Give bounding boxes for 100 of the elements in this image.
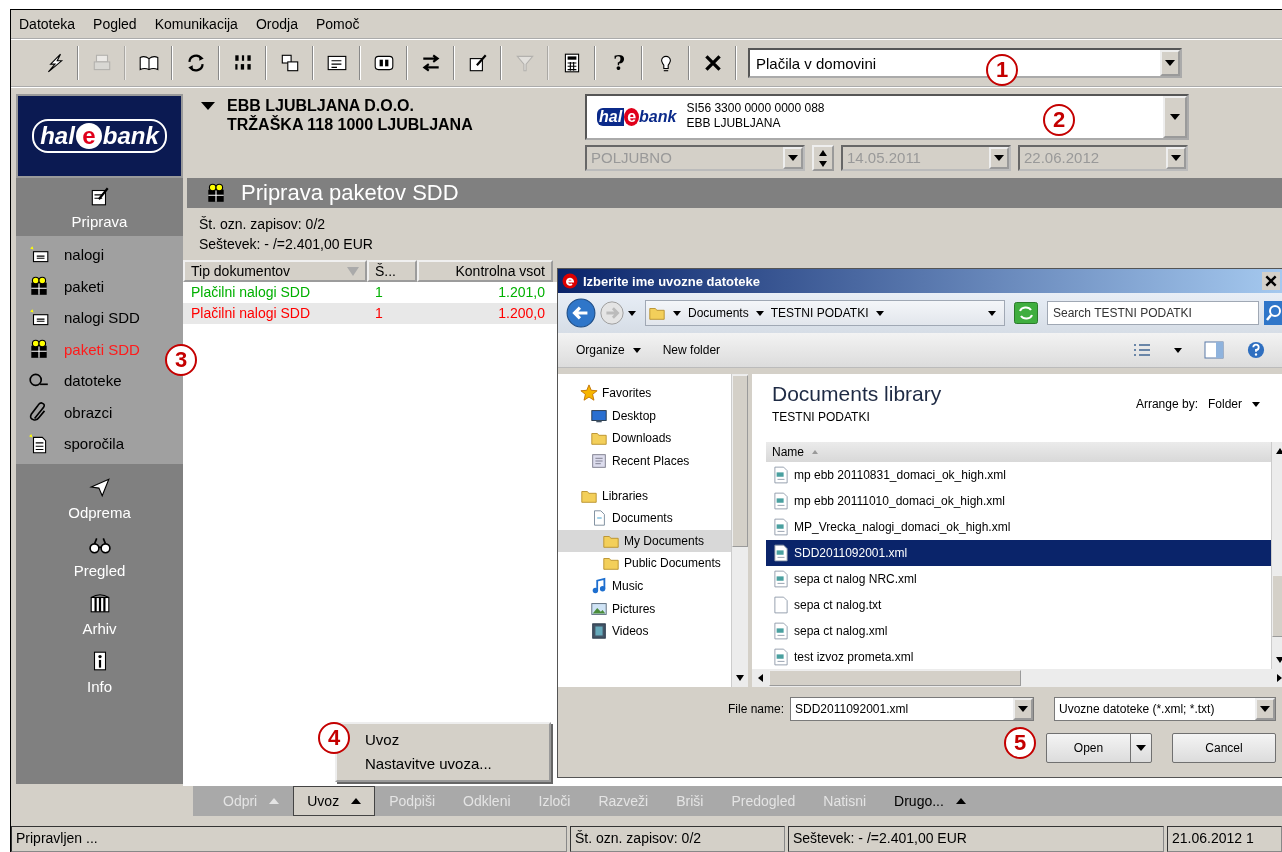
- table-cell-text: 1: [374, 283, 384, 302]
- caret-icon: [955, 798, 966, 804]
- close-icon[interactable]: [1262, 272, 1280, 290]
- nav-item[interactable]: Pictures: [558, 597, 731, 620]
- open-button[interactable]: Open: [1046, 733, 1152, 763]
- refresh-icon[interactable]: [1014, 302, 1038, 324]
- table-cell-text: Plačilni nalogi SDD: [190, 283, 312, 302]
- sidebar-item[interactable]: paketi: [16, 270, 109, 302]
- file-row[interactable]: test izvoz prometa.xml: [766, 644, 1271, 669]
- sidebar-section[interactable]: Pregled: [16, 527, 183, 586]
- marked-count: Št. ozn. zapisov: 0/2: [199, 215, 327, 234]
- new-folder-button[interactable]: New folder: [662, 343, 721, 357]
- package-icon: [205, 182, 227, 204]
- file-row[interactable]: mp ebb 20110831_domaci_ok_high.xml: [766, 462, 1271, 488]
- organize-button[interactable]: Organize: [576, 343, 641, 357]
- recent-icon: [590, 452, 608, 471]
- status-text: 21.06.2012 1: [1167, 826, 1282, 852]
- menu-item[interactable]: Pogled: [93, 16, 137, 32]
- nav-item[interactable]: Desktop: [558, 404, 731, 428]
- status-text: Seštevek: - /=2.401,00 EUR: [788, 826, 1164, 852]
- menu-item[interactable]: Pomoč: [315, 16, 360, 32]
- nav-item[interactable]: My Documents: [558, 529, 731, 553]
- caret-icon: [1171, 155, 1181, 161]
- xml-file-icon: [774, 622, 788, 640]
- breadcrumb-item[interactable]: TESTNI PODATKI: [770, 306, 869, 320]
- scrollbar[interactable]: [752, 669, 1282, 687]
- nav-item[interactable]: Videos: [558, 619, 731, 643]
- caret-icon[interactable]: [628, 310, 636, 316]
- caret-icon[interactable]: [201, 102, 215, 110]
- table-cell-text: 1.201,0: [497, 283, 546, 302]
- nav-item[interactable]: Documents: [558, 506, 731, 530]
- caret-icon: [994, 155, 1004, 161]
- address-bar[interactable]: Documents TESTNI PODATKI: [645, 300, 1005, 326]
- caret-icon[interactable]: [1174, 347, 1182, 353]
- sidebar-item[interactable]: datoteke: [16, 365, 126, 397]
- nav-item[interactable]: Downloads: [558, 427, 731, 450]
- caret-icon[interactable]: [875, 310, 884, 316]
- help-button[interactable]: ?: [597, 46, 642, 80]
- sidebar-item[interactable]: obrazci: [16, 396, 117, 428]
- nav-item[interactable]: Libraries: [558, 484, 731, 507]
- menu-item[interactable]: Uvoz: [357, 728, 549, 752]
- file-row[interactable]: mp ebb 20111010_domaci_ok_high.xml: [766, 488, 1271, 514]
- menu-item[interactable]: Komunikacija: [154, 16, 238, 32]
- xml-file-icon: [774, 648, 788, 666]
- caret-icon[interactable]: [755, 310, 764, 316]
- sort-icon: [347, 266, 359, 276]
- sidebar-section[interactable]: Info: [16, 643, 183, 702]
- menu-item[interactable]: Datoteka: [19, 16, 76, 32]
- sidebar-section[interactable]: Arhiv: [16, 585, 183, 644]
- action-button[interactable]: Drugo...: [880, 786, 980, 816]
- action-button[interactable]: Uvoz: [293, 786, 376, 816]
- nav-item[interactable]: Music: [558, 574, 731, 598]
- cancel-button[interactable]: Cancel: [1172, 733, 1276, 763]
- caret-icon: [269, 798, 280, 804]
- column-header[interactable]: Š...: [367, 260, 417, 282]
- file-row[interactable]: sepa ct nalog.txt: [766, 592, 1271, 618]
- menu-item[interactable]: Nastavitve uvoza...: [357, 752, 549, 776]
- column-header[interactable]: Tip dokumentov: [183, 260, 367, 282]
- help-icon[interactable]: [1246, 341, 1266, 359]
- file-row[interactable]: MP_Vrecka_nalogi_domaci_ok_high.xml: [766, 514, 1271, 540]
- xml-file-icon: [774, 570, 788, 588]
- company-name: EBB LJUBLJANA D.O.O.: [227, 96, 415, 115]
- text-file-icon: [774, 596, 788, 614]
- status-text: Pripravljen ...: [11, 826, 567, 852]
- column-header[interactable]: Kontrolna vsot: [417, 260, 553, 282]
- library-title: Documents library: [772, 382, 942, 406]
- caret-icon[interactable]: [988, 310, 996, 316]
- breadcrumb-item[interactable]: Documents: [688, 306, 749, 320]
- scrollbar[interactable]: [731, 374, 748, 687]
- back-icon[interactable]: [566, 298, 596, 328]
- sum-text: Seštevek: - /=2.401,00 EUR: [199, 235, 374, 254]
- package-icon: [28, 275, 50, 298]
- xml-file-icon: [774, 518, 788, 536]
- videos-icon: [590, 622, 608, 641]
- dialog-title-bar: Izberite ime uvozne datoteke: [558, 269, 1282, 293]
- search-field[interactable]: Search TESTNI PODATKI: [1047, 301, 1259, 325]
- file-name-field[interactable]: SDD2011092001.xml: [790, 697, 1034, 721]
- caret-icon: [1018, 706, 1028, 712]
- sidebar-section[interactable]: Priprava: [16, 178, 183, 236]
- table-cell-text: 1: [374, 304, 384, 323]
- menu-item[interactable]: Orodja: [255, 16, 298, 32]
- file-row[interactable]: SDD2011092001.xml: [766, 540, 1271, 566]
- bank-logo: hal e bank: [16, 94, 183, 178]
- view-list-icon[interactable]: [1132, 341, 1152, 359]
- file-type-dropdown[interactable]: Uvozne datoteke (*.xml; *.txt): [1054, 697, 1276, 721]
- column-header[interactable]: Name: [766, 442, 1271, 462]
- sidebar-section[interactable]: Odprema: [16, 469, 183, 528]
- sidebar-item[interactable]: nalogi: [16, 239, 109, 271]
- arrange-dropdown[interactable]: Folder: [1208, 397, 1260, 411]
- file-row[interactable]: sepa ct nalog NRC.xml: [766, 566, 1271, 592]
- caret-icon: [788, 155, 798, 161]
- caret-icon[interactable]: [673, 310, 681, 316]
- nav-item[interactable]: Favorites: [558, 382, 731, 405]
- sidebar-item[interactable]: nalogi SDD: [16, 302, 144, 334]
- nav-item[interactable]: Public Documents: [558, 552, 731, 575]
- nav-item[interactable]: Recent Places: [558, 449, 731, 473]
- search-icon[interactable]: [1264, 301, 1282, 325]
- caret-icon: [1260, 706, 1270, 712]
- file-row[interactable]: sepa ct nalog.xml: [766, 618, 1271, 644]
- sidebar-item[interactable]: sporočila: [16, 428, 129, 460]
